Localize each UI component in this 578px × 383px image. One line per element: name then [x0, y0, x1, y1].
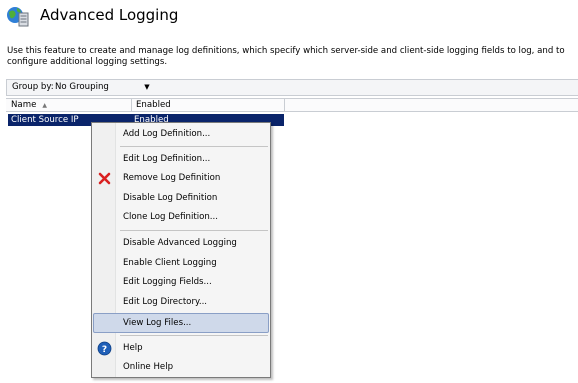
column-header-enabled[interactable]: Enabled [133, 99, 285, 112]
menu-item-label: Edit Log Definition... [123, 154, 211, 164]
menu-item-enable-client-logging[interactable]: Enable Client Logging [93, 254, 269, 273]
row-name-cell: Client Source IP [11, 115, 79, 125]
menu-item-add-log-definition[interactable]: Add Log Definition... [93, 125, 269, 144]
menu-item-label: Enable Client Logging [123, 258, 217, 268]
advanced-logging-page: Advanced Logging Use this feature to cre… [0, 0, 578, 383]
context-menu: Add Log Definition... Edit Log Definitio… [91, 122, 271, 378]
menu-separator [120, 146, 268, 147]
page-description: Use this feature to create and manage lo… [7, 46, 565, 67]
menu-item-remove-log-definition[interactable]: Remove Log Definition [93, 169, 269, 188]
chevron-down-icon[interactable]: ▼ [141, 81, 153, 94]
menu-item-label: Help [123, 343, 143, 353]
menu-item-label: Disable Advanced Logging [123, 238, 237, 248]
sort-ascending-icon: ▲ [42, 102, 47, 109]
menu-item-label: Disable Log Definition [123, 193, 218, 203]
menu-item-edit-logging-fields[interactable]: Edit Logging Fields... [93, 273, 269, 292]
group-by-bar: Group by: No Grouping ▼ [6, 79, 578, 96]
group-by-label: Group by: [12, 82, 54, 92]
help-icon: ? [97, 341, 112, 356]
menu-item-clone-log-definition[interactable]: Clone Log Definition... [93, 208, 269, 227]
menu-item-edit-log-directory[interactable]: Edit Log Directory... [93, 293, 269, 312]
menu-item-disable-log-definition[interactable]: Disable Log Definition [93, 189, 269, 208]
menu-item-label: Edit Logging Fields... [123, 277, 212, 287]
menu-separator [120, 335, 268, 336]
menu-item-disable-advanced-logging[interactable]: Disable Advanced Logging [93, 234, 269, 253]
red-x-icon [98, 172, 111, 185]
globe-server-icon [7, 7, 29, 27]
menu-item-online-help[interactable]: Online Help [93, 358, 269, 377]
menu-item-label: Clone Log Definition... [123, 212, 219, 222]
menu-item-label: Online Help [123, 362, 174, 372]
list-header: Name ▲ Enabled [6, 98, 578, 112]
menu-item-label: Add Log Definition... [123, 129, 211, 139]
menu-separator [120, 230, 268, 231]
menu-item-label: Remove Log Definition [123, 173, 221, 183]
column-header-name[interactable]: Name ▲ [6, 99, 132, 112]
column-header-name-label: Name [11, 100, 37, 110]
menu-item-label: Edit Log Directory... [123, 297, 208, 307]
menu-item-view-log-files[interactable]: View Log Files... [93, 313, 269, 333]
menu-item-help[interactable]: ? Help [93, 339, 269, 358]
svg-text:?: ? [102, 345, 107, 355]
group-by-select[interactable]: No Grouping [53, 81, 137, 94]
menu-item-label: View Log Files... [123, 318, 192, 328]
page-title: Advanced Logging [40, 6, 179, 24]
menu-item-edit-log-definition[interactable]: Edit Log Definition... [93, 150, 269, 169]
